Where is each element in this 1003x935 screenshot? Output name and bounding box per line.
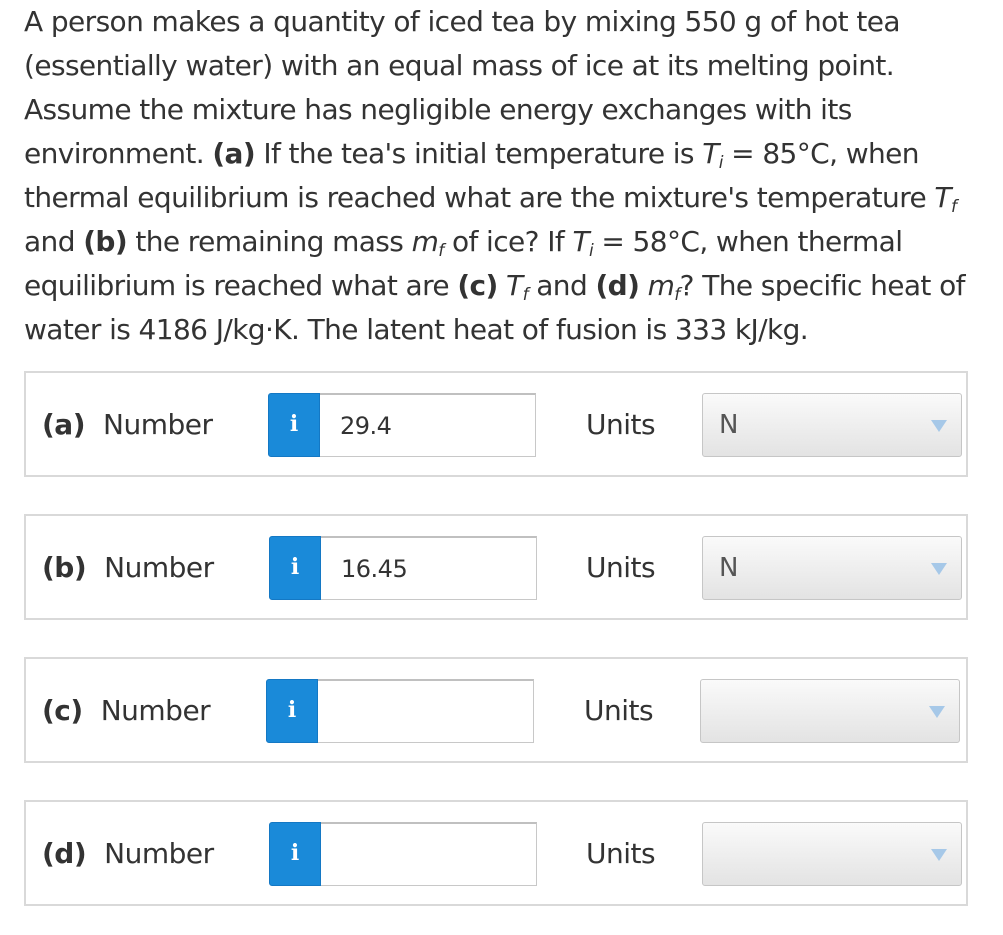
part-c-tag: (c): [457, 269, 498, 302]
number-input-b[interactable]: [321, 536, 537, 600]
question-segment: If the tea's initial temperature is: [255, 137, 703, 170]
info-icon[interactable]: i: [268, 393, 320, 457]
number-label: Number: [103, 408, 213, 441]
answer-label-c: (c) Number: [42, 693, 211, 729]
question-segment: the remaining mass: [127, 225, 412, 258]
answer-row-b: (b) Number i Units N: [24, 514, 968, 620]
part-letter: (a): [42, 408, 86, 441]
symbol-m: m: [411, 225, 439, 258]
units-dropdown-b[interactable]: N: [702, 536, 962, 600]
number-input-d[interactable]: [321, 822, 537, 886]
info-icon[interactable]: i: [269, 822, 321, 886]
answer-label-d: (d) Number: [42, 836, 214, 872]
info-icon[interactable]: i: [269, 536, 321, 600]
answer-row-c: (c) Number i Units: [24, 657, 968, 763]
question-text: A person makes a quantity of iced tea by…: [24, 0, 984, 352]
symbol-T: T: [934, 181, 951, 214]
units-label: Units: [584, 694, 654, 727]
units-dropdown-a[interactable]: N: [702, 393, 962, 457]
part-a-tag: (a): [212, 137, 256, 170]
answer-row-a: (a) Number i Units N: [24, 371, 968, 477]
chevron-down-icon: [931, 420, 947, 432]
subscript-f: f: [950, 197, 957, 217]
units-dropdown-c[interactable]: [700, 679, 960, 743]
answer-label-b: (b) Number: [42, 550, 214, 586]
symbol-T: T: [506, 269, 523, 302]
units-label: Units: [586, 551, 656, 584]
chevron-down-icon: [931, 563, 947, 575]
units-label: Units: [586, 408, 656, 441]
chevron-down-icon: [931, 849, 947, 861]
symbol-T: T: [572, 225, 589, 258]
symbol-T: T: [702, 137, 719, 170]
number-label: Number: [104, 837, 214, 870]
number-input-c[interactable]: [318, 679, 534, 743]
part-letter: (b): [42, 551, 87, 584]
answer-label-a: (a) Number: [42, 407, 213, 443]
units-label: Units: [586, 837, 656, 870]
units-dropdown-d[interactable]: [702, 822, 962, 886]
question-segment: and: [24, 225, 84, 258]
question-segment: of ice? If: [443, 225, 573, 258]
number-label: Number: [100, 694, 211, 727]
info-icon[interactable]: i: [266, 679, 318, 743]
part-letter: (c): [42, 694, 83, 727]
part-letter: (d): [42, 837, 87, 870]
question-segment: and: [527, 269, 596, 302]
part-d-tag: (d): [595, 269, 640, 302]
symbol-m: m: [647, 269, 675, 302]
chevron-down-icon: [929, 706, 945, 718]
number-label: Number: [104, 551, 214, 584]
part-b-tag: (b): [83, 225, 128, 258]
units-selected-value: N: [719, 410, 739, 440]
answer-row-d: (d) Number i Units: [24, 800, 968, 906]
units-selected-value: N: [719, 553, 739, 583]
number-input-a[interactable]: [320, 393, 536, 457]
